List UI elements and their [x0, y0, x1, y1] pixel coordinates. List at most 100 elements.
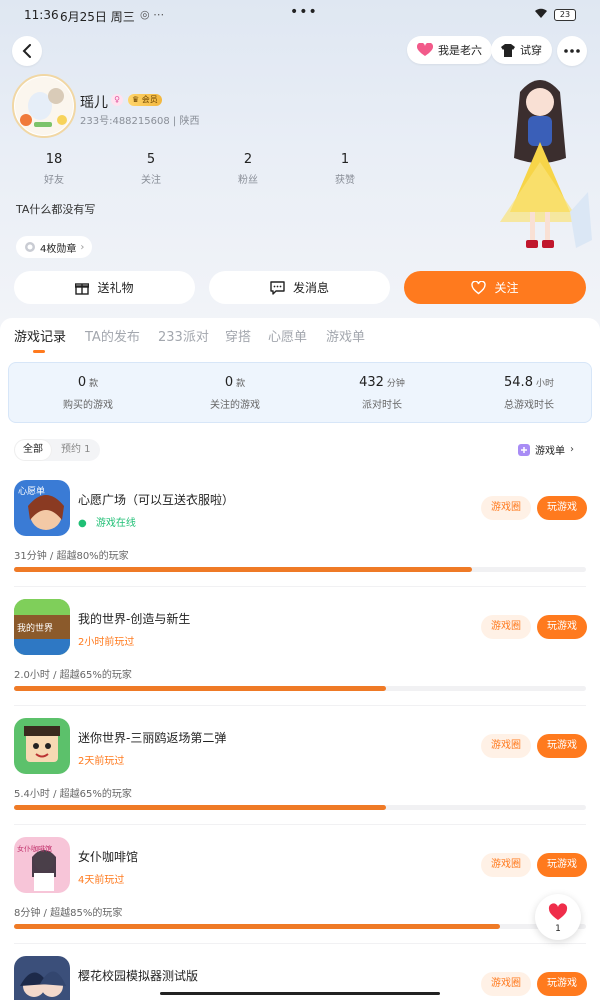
follow-button[interactable]: 关注	[404, 271, 586, 304]
game-icon-text: 心愿单	[18, 485, 45, 497]
game-name: 女仆咖啡馆	[78, 850, 139, 864]
game-icon[interactable]: 我的世界	[14, 599, 70, 655]
tab-game-records[interactable]: 游戏记录	[14, 326, 66, 345]
avatar[interactable]	[12, 74, 76, 138]
play-progress-bar	[14, 805, 586, 810]
like-button[interactable]: 1	[535, 894, 581, 940]
game-row[interactable]: 心愿单 心愿广场（可以互送衣服啦） ● 游戏在线 游戏圈 玩游戏 31分钟 / …	[0, 480, 600, 598]
heart-icon	[417, 43, 433, 56]
game-icon[interactable]: 心愿单	[14, 480, 70, 536]
send-gift-button[interactable]: 送礼物	[14, 271, 195, 304]
chevron-right-icon: ›	[80, 241, 85, 253]
try-on-button[interactable]: 试穿	[491, 36, 552, 64]
game-circle-button[interactable]: 游戏圈	[481, 734, 531, 758]
battery-icon: 23	[554, 9, 576, 21]
wifi-icon	[534, 8, 548, 22]
follow-heart-icon	[471, 280, 487, 294]
game-list-link[interactable]: 游戏单 ›	[518, 442, 574, 457]
status-date: 6月25日 周三	[60, 10, 135, 24]
tshirt-icon	[501, 43, 515, 57]
play-game-button[interactable]: 玩游戏	[537, 615, 587, 639]
summary-followed: 0款 关注的游戏	[175, 375, 295, 411]
app-notification-icon: ◎	[140, 8, 150, 21]
tab-party[interactable]: 233派对	[158, 326, 209, 345]
play-game-button[interactable]: 玩游戏	[537, 853, 587, 877]
row-divider	[14, 586, 586, 587]
play-game-button[interactable]: 玩游戏	[537, 734, 587, 758]
summary-purchased: 0款 购买的游戏	[28, 375, 148, 411]
game-icon[interactable]: 女仆咖啡馆	[14, 837, 70, 893]
tab-game-lists[interactable]: 游戏单	[326, 326, 365, 345]
summary-label: 购买的游戏	[63, 400, 113, 411]
online-dot-icon: ●	[78, 518, 87, 529]
summary-label: 总游戏时长	[504, 400, 554, 411]
follow-label: 关注	[494, 281, 519, 295]
game-icon-text: 女仆咖啡馆	[17, 844, 52, 853]
game-circle-button[interactable]: 游戏圈	[481, 853, 531, 877]
stat-label: 粉丝	[238, 175, 258, 186]
more-dots-icon	[564, 49, 580, 53]
play-progress-bar	[14, 686, 586, 691]
game-icon[interactable]	[14, 956, 70, 1000]
more-button[interactable]	[557, 36, 587, 66]
play-progress-fill	[14, 567, 472, 572]
active-tab-indicator	[33, 350, 45, 353]
tab-wishlist[interactable]: 心愿单	[268, 326, 307, 345]
game-row[interactable]: 我的世界 我的世界-创造与新生 2小时前玩过 游戏圈 玩游戏 2.0小时 / 超…	[0, 599, 600, 717]
play-game-button[interactable]: 玩游戏	[537, 496, 587, 520]
character-avatar-illustration[interactable]	[480, 72, 600, 258]
stat-likes[interactable]: 1 获赞	[305, 152, 385, 186]
multitask-dots[interactable]: •••	[290, 4, 318, 20]
play-time-rank: 2.0小时 / 超越65%的玩家	[14, 670, 132, 681]
stat-following[interactable]: 5 关注	[111, 152, 191, 186]
game-circle-button[interactable]: 游戏圈	[481, 615, 531, 639]
send-gift-label: 送礼物	[97, 281, 134, 295]
filter-all[interactable]: 全部	[14, 439, 52, 461]
avatar-image	[15, 77, 73, 135]
play-progress-bar	[14, 924, 586, 929]
game-status-text: 游戏在线	[95, 518, 136, 529]
summary-unit: 款	[236, 379, 246, 389]
gift-icon	[75, 282, 90, 295]
more-notifications: ⋯	[153, 8, 165, 21]
play-time-rank: 8分钟 / 超越85%的玩家	[14, 908, 123, 919]
game-circle-button[interactable]: 游戏圈	[481, 496, 531, 520]
chat-bubble-icon	[270, 280, 285, 295]
chevron-right-icon: ›	[570, 444, 574, 455]
tab-posts[interactable]: TA的发布	[85, 326, 140, 345]
play-game-button[interactable]: 玩游戏	[537, 972, 587, 996]
send-message-label: 发消息	[292, 281, 329, 295]
medals-button[interactable]: 4枚勋章 ›	[16, 236, 93, 258]
filter-reserved[interactable]: 预约 1	[52, 439, 100, 461]
game-status: ● 游戏在线	[78, 514, 136, 529]
game-row[interactable]: 迷你世界-三丽鸥返场第二弹 2天前玩过 游戏圈 玩游戏 5.4小时 / 超越65…	[0, 718, 600, 836]
row-divider	[14, 824, 586, 825]
profile-tabs: 游戏记录 TA的发布 233派对 穿搭 心愿单 游戏单	[0, 326, 600, 356]
stat-value: 18	[45, 152, 63, 167]
vip-label: 会员	[141, 95, 158, 104]
badge-title-button[interactable]: 我是老六	[407, 36, 492, 64]
game-icon[interactable]	[14, 718, 70, 774]
stat-label: 好友	[44, 175, 64, 186]
game-name: 迷你世界-三丽鸥返场第二弹	[78, 731, 227, 745]
game-list-icon	[518, 443, 530, 456]
summary-party-time: 432 分钟 派对时长	[322, 375, 442, 411]
stat-friends[interactable]: 18 好友	[14, 152, 94, 186]
game-status: 2小时前玩过	[78, 637, 135, 648]
play-time-rank: 5.4小时 / 超越65%的玩家	[14, 789, 132, 800]
try-on-label: 试穿	[520, 44, 542, 57]
game-circle-button[interactable]: 游戏圈	[481, 972, 531, 996]
home-indicator[interactable]	[160, 992, 440, 995]
stat-fans[interactable]: 2 粉丝	[208, 152, 288, 186]
gender-female-icon: ♀	[111, 94, 123, 106]
game-row[interactable]: 女仆咖啡馆 女仆咖啡馆 4天前玩过 游戏圈 玩游戏 8分钟 / 超越85%的玩家	[0, 837, 600, 955]
stat-label: 关注	[141, 175, 161, 186]
game-list-label: 游戏单	[535, 446, 565, 457]
play-progress-fill	[14, 686, 386, 691]
back-button[interactable]	[12, 36, 42, 66]
row-divider	[14, 705, 586, 706]
like-count: 1	[555, 924, 561, 934]
send-message-button[interactable]: 发消息	[209, 271, 390, 304]
game-name: 樱花校园模拟器测试版	[78, 969, 199, 983]
tab-outfits[interactable]: 穿搭	[225, 326, 251, 345]
